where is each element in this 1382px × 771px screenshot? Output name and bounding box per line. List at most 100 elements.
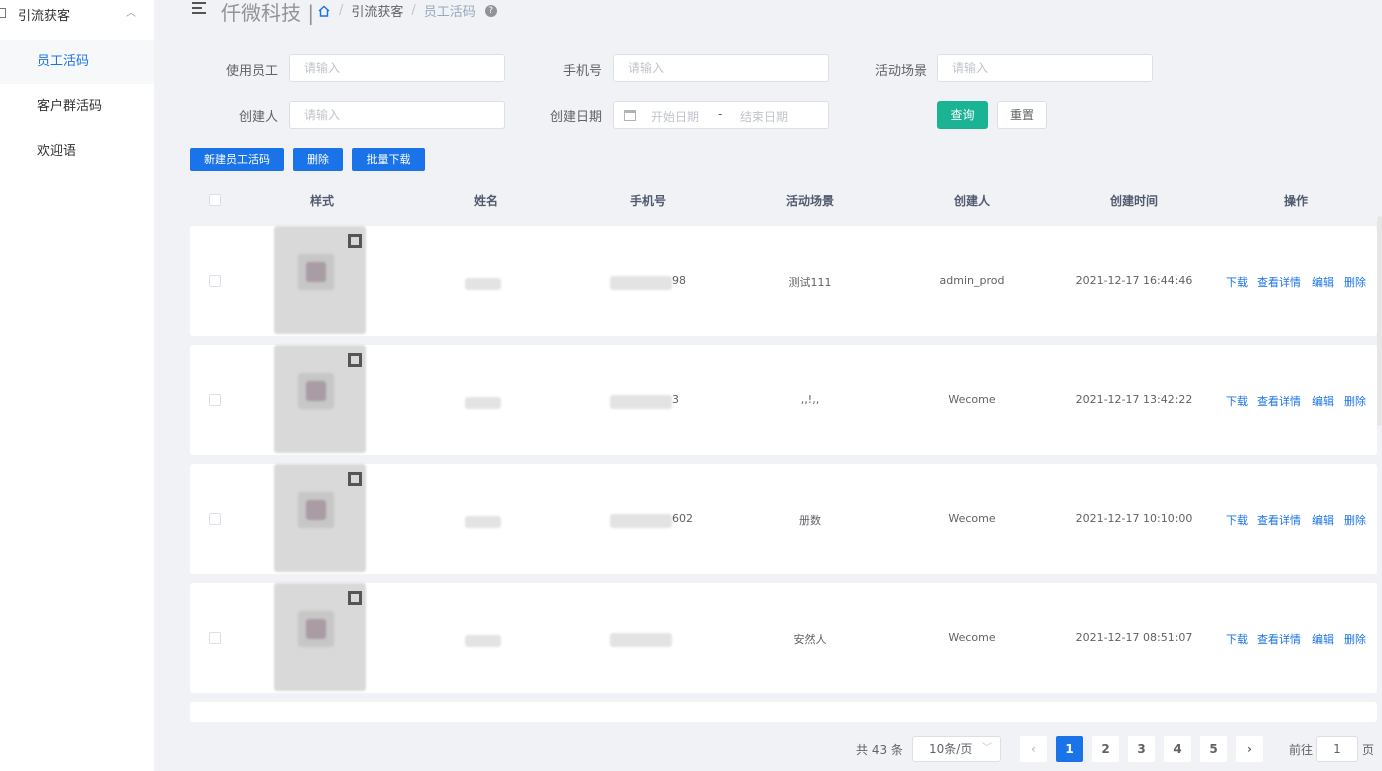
row-checkbox[interactable] [209,513,221,525]
download-link[interactable]: 下载 [1226,512,1248,528]
new-employee-code-button[interactable]: 新建员工活码 [190,148,284,171]
edit-link[interactable]: 编辑 [1312,512,1334,528]
pagination-total: 共 43 条 [856,743,903,757]
column-header-style: 样式 [309,194,334,208]
page-button-3[interactable]: 3 [1128,736,1155,762]
column-header-creator: 创建人 [953,194,990,208]
creator-cell: Wecome [948,393,996,406]
reset-button[interactable]: 重置 [997,101,1047,129]
sidebar-group-lead-generation[interactable]: 引流获客 ︿ [0,0,154,28]
page-button-4[interactable]: 4 [1164,736,1191,762]
chevron-up-icon: ︿ [126,8,136,19]
table-row-partial [190,702,1377,722]
calendar-icon [624,110,636,121]
qr-code-image[interactable] [272,577,368,699]
employee-input[interactable]: 请输入 [289,54,505,82]
menu-toggle-icon[interactable] [192,2,206,15]
goto-page-input[interactable]: 1 [1316,736,1358,762]
creator-cell: Wecome [948,512,996,525]
breadcrumb-item-current: 员工活码 [423,5,476,20]
phone-redacted [610,514,672,528]
batch-download-button[interactable]: 批量下载 [352,148,425,171]
brand-title: 仟微科技 | [221,1,315,25]
scene-cell: ,,!,, [800,393,820,406]
breadcrumb-separator: / [411,3,416,18]
search-button[interactable]: 查询 [937,101,988,129]
phone-redacted [610,276,672,290]
phone-redacted [610,395,672,409]
column-header-scene: 活动场景 [785,194,834,208]
qr-code-image[interactable] [272,339,368,461]
scene-input[interactable]: 请输入 [937,54,1153,82]
phone-tail: 98 [672,274,686,287]
row-checkbox[interactable] [209,632,221,644]
creator-label: 创建人 [238,110,278,125]
download-link[interactable]: 下载 [1226,631,1248,647]
delete-link[interactable]: 删除 [1344,393,1366,409]
delete-link[interactable]: 删除 [1344,274,1366,290]
phone-input[interactable]: 请输入 [613,54,829,82]
view-details-link[interactable]: 查看详情 [1257,393,1301,409]
goto-unit: 页 [1362,743,1375,757]
sidebar-item-employee-code[interactable]: 员工活码 [0,40,154,84]
delete-link[interactable]: 删除 [1344,512,1366,528]
prev-page-button[interactable]: ‹ [1020,736,1047,762]
delete-link[interactable]: 删除 [1344,631,1366,647]
next-page-button[interactable]: › [1236,736,1263,762]
column-header-actions: 操作 [1283,194,1308,208]
select-all-checkbox[interactable] [209,194,221,206]
chevron-down-icon: ﹀ [982,743,992,754]
edit-link[interactable]: 编辑 [1312,274,1334,290]
page-size-select[interactable]: 10条/页 ﹀ [912,736,1001,762]
row-checkbox[interactable] [209,275,221,287]
table-row: 602 册数 Wecome 2021-12-17 10:10:00 下载 查看详情 编辑 删除 [190,464,1377,574]
view-details-link[interactable]: 查看详情 [1257,512,1301,528]
view-details-link[interactable]: 查看详情 [1257,274,1301,290]
table-row: 安然人 Wecome 2021-12-17 08:51:07 下载 查看详情 编辑 删除 [190,583,1377,693]
page-button-1[interactable]: 1 [1056,736,1083,762]
delete-button[interactable]: 删除 [293,148,343,171]
date-label: 创建日期 [549,110,602,125]
sidebar-group-label: 引流获客 [18,9,71,24]
column-header-created: 创建时间 [1109,194,1158,208]
edit-link[interactable]: 编辑 [1312,393,1334,409]
breadcrumb-item-lead-generation[interactable]: 引流获客 [351,1,403,20]
row-checkbox[interactable] [209,394,221,406]
name-redacted [465,516,501,528]
download-link[interactable]: 下载 [1226,274,1248,290]
name-redacted [465,635,501,647]
column-header-phone: 手机号 [629,194,666,208]
column-header-name: 姓名 [473,194,498,208]
edit-link[interactable]: 编辑 [1312,631,1334,647]
created-time-cell: 2021-12-17 10:10:00 [1075,512,1193,525]
table-scrollbar[interactable] [1377,216,1382,426]
view-details-link[interactable]: 查看详情 [1257,631,1301,647]
table-header: 样式 姓名 手机号 活动场景 创建人 创建时间 操作 [190,186,1380,214]
creator-input[interactable]: 请输入 [289,101,505,129]
page-size-value: 10条/页 [929,742,973,756]
date-range-picker[interactable]: 开始日期 - 结束日期 [613,101,829,129]
qr-code-image[interactable] [272,458,368,580]
created-time-cell: 2021-12-17 08:51:07 [1075,631,1193,644]
download-link[interactable]: 下载 [1226,393,1248,409]
name-redacted [465,397,501,409]
scene-cell: 册数 [799,514,821,527]
qr-code-image[interactable] [272,220,368,342]
sidebar-item-group-code[interactable]: 客户群活码 [0,85,154,129]
home-icon[interactable] [317,4,331,18]
phone-tail: 602 [672,512,693,525]
sidebar-item-welcome[interactable]: 欢迎语 [0,130,154,174]
phone-redacted [610,633,672,647]
help-icon[interactable]: ? [484,4,497,17]
date-start-input[interactable]: 开始日期 [651,108,699,125]
page-button-2[interactable]: 2 [1092,736,1119,762]
scene-cell: 测试111 [788,276,832,289]
phone-label: 手机号 [562,64,602,79]
scene-label: 活动场景 [874,64,927,79]
header: 仟微科技 | / 引流获客 / 员工活码 ? [154,0,1382,25]
sidebar: 引流获客 ︿ 员工活码 客户群活码 欢迎语 [0,0,154,771]
group-icon [0,8,6,18]
date-end-input[interactable]: 结束日期 [740,108,788,125]
breadcrumb: / 引流获客 / 员工活码 ? [317,1,497,20]
page-button-5[interactable]: 5 [1200,736,1227,762]
